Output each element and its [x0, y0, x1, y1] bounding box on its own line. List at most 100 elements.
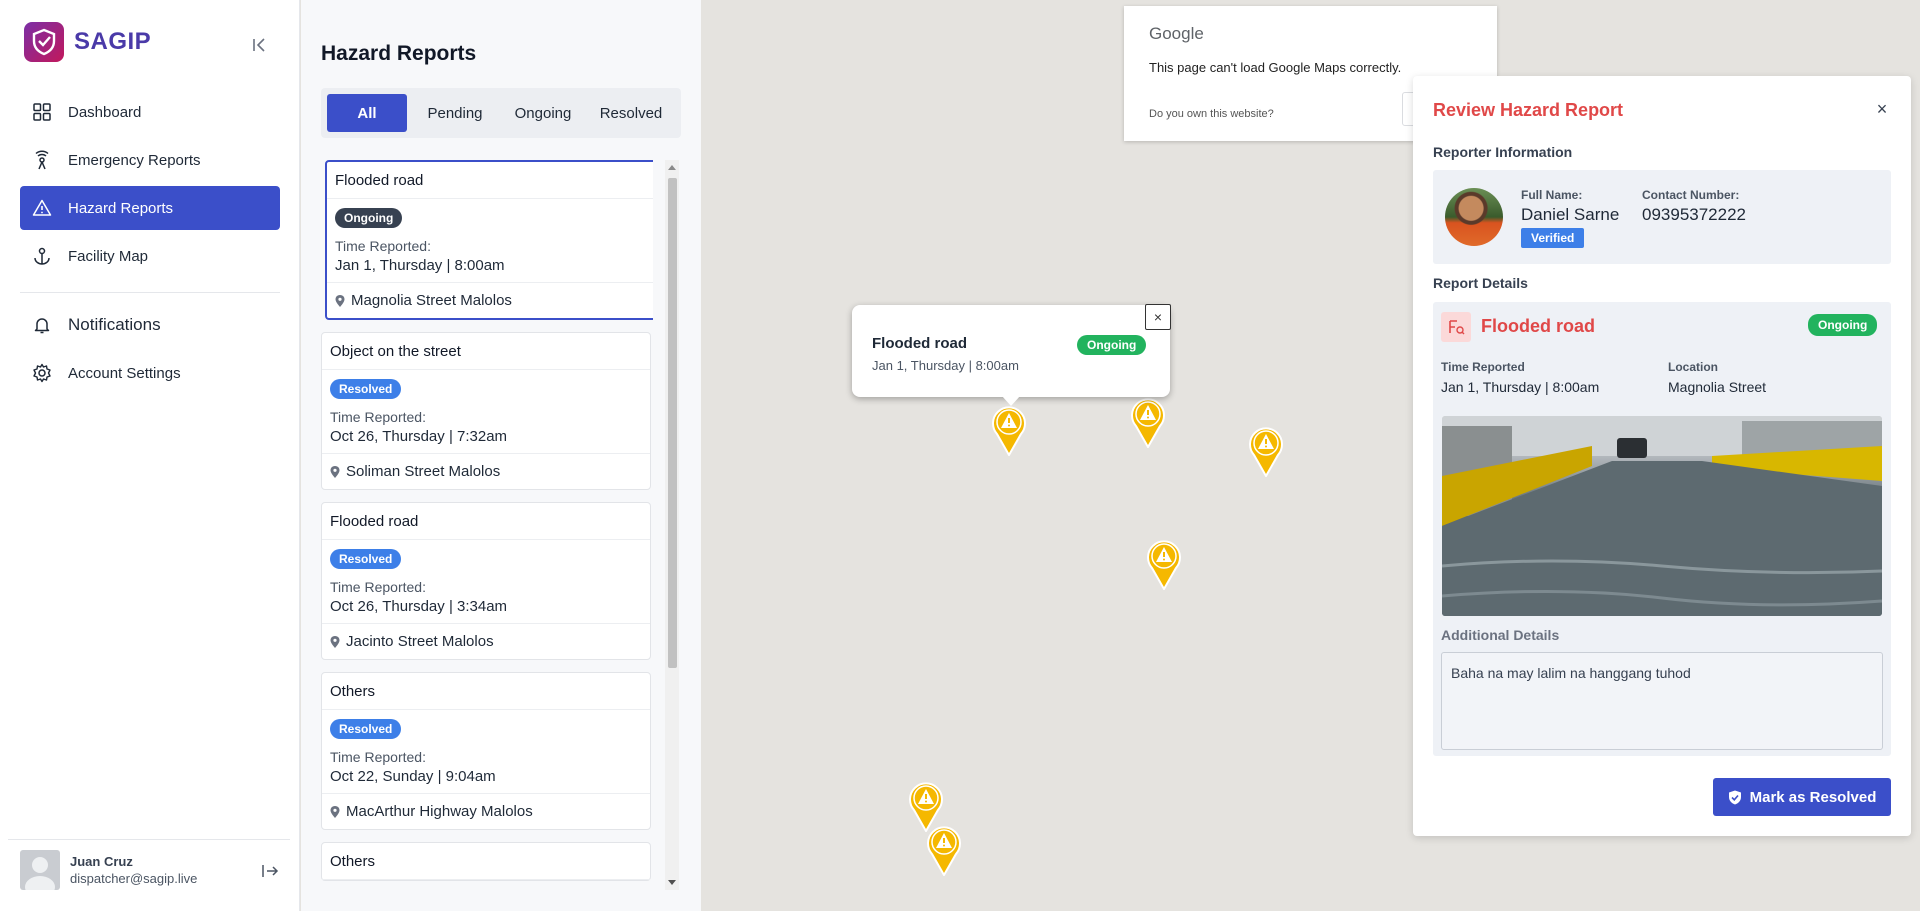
status-badge: Resolved [330, 549, 402, 569]
time-reported-label: Time Reported: [330, 579, 426, 595]
location-pin-icon [335, 294, 345, 307]
reporter-section-heading: Reporter Information [1433, 144, 1573, 160]
report-card[interactable]: Object on the street Resolved Time Repor… [321, 332, 651, 490]
report-card[interactable]: Flooded road Resolved Time Reported: Oct… [321, 502, 651, 660]
full-name-label: Full Name: [1521, 188, 1583, 202]
report-card[interactable]: Others Resolved Time Reported: Oct 22, S… [321, 672, 651, 830]
tab-ongoing[interactable]: Ongoing [499, 94, 587, 132]
collapse-sidebar-icon[interactable] [248, 34, 270, 56]
hazard-marker-icon[interactable] [1130, 396, 1166, 448]
sidebar-item-facility-map[interactable]: Facility Map [20, 234, 280, 278]
time-reported-label: Time Reported: [335, 238, 431, 254]
close-icon[interactable]: × [1145, 304, 1171, 330]
hazard-marker-icon[interactable] [1248, 425, 1284, 477]
location-label: Location [1668, 360, 1718, 374]
gear-icon [33, 363, 51, 383]
shield-logo-icon [24, 22, 64, 62]
shield-check-icon [1728, 790, 1741, 804]
bell-icon [34, 318, 50, 334]
page-title: Hazard Reports [321, 42, 477, 65]
report-location: Soliman Street Malolos [346, 463, 501, 480]
sidebar-item-emergency-reports[interactable]: Emergency Reports [20, 138, 280, 182]
additional-details-field[interactable]: Baha na may lalim na hanggang tuhod [1441, 652, 1883, 750]
time-reported-label: Time Reported: [330, 749, 426, 765]
contact-number-value: 09395372222 [1642, 205, 1747, 224]
report-location: Jacinto Street Malolos [346, 633, 494, 650]
tab-pending[interactable]: Pending [411, 94, 499, 132]
report-title: Others [322, 843, 650, 880]
report-details: Flooded road Ongoing Time Reported Jan 1… [1433, 302, 1891, 756]
user-profile: Juan Cruz dispatcher@sagip.live [8, 839, 290, 890]
scroll-thumb[interactable] [668, 178, 677, 668]
sidebar-item-dashboard[interactable]: Dashboard [20, 90, 280, 134]
tab-all[interactable]: All [327, 94, 407, 132]
info-window-time: Jan 1, Thursday | 8:00am [872, 358, 1019, 373]
location-pin-icon [330, 805, 340, 818]
grid-icon [33, 103, 51, 121]
signal-icon [35, 150, 49, 170]
close-icon[interactable]: × [1873, 100, 1891, 118]
sidebar-item-label: Emergency Reports [68, 151, 201, 169]
location-pin-icon [330, 465, 340, 478]
sidebar-item-account-settings[interactable]: Account Settings [20, 351, 280, 395]
sidebar: SAGIP Dashboard Emergency Reports Hazard… [0, 0, 300, 911]
full-name-value: Daniel Sarne [1521, 205, 1620, 224]
hazard-type: Flooded road [1481, 316, 1595, 336]
report-card[interactable]: Others [321, 842, 651, 881]
hazard-photo[interactable] [1442, 416, 1882, 616]
report-details-heading: Report Details [1433, 275, 1528, 291]
sidebar-item-label: Hazard Reports [68, 199, 174, 217]
report-title: Object on the street [322, 333, 650, 370]
mark-as-resolved-button[interactable]: Mark as Resolved [1713, 778, 1891, 816]
map-info-window: Flooded road Jan 1, Thursday | 8:00am On… [852, 304, 1171, 406]
nav-divider [20, 292, 280, 293]
tab-resolved[interactable]: Resolved [587, 94, 675, 132]
additional-details-label: Additional Details [1441, 627, 1560, 643]
time-reported-value: Jan 1, Thursday | 8:00am [335, 257, 505, 274]
brand-name: SAGIP [74, 28, 152, 55]
info-window-title: Flooded road [872, 335, 967, 352]
reporter-avatar [1445, 188, 1503, 246]
time-reported-value: Jan 1, Thursday | 8:00am [1441, 379, 1600, 395]
report-list: Flooded road Ongoing Time Reported: Jan … [321, 160, 653, 900]
review-hazard-report-panel: Review Hazard Report × Reporter Informat… [1413, 76, 1911, 836]
own-website-link[interactable]: Do you own this website? [1149, 108, 1274, 120]
sidebar-item-label: Facility Map [68, 247, 149, 265]
user-email: dispatcher@sagip.live [70, 871, 198, 886]
list-scrollbar[interactable] [665, 160, 679, 890]
time-reported-value: Oct 26, Thursday | 3:34am [330, 598, 508, 615]
time-reported-value: Oct 22, Sunday | 9:04am [330, 768, 496, 785]
contact-number-label: Contact Number: [1642, 188, 1740, 202]
brand[interactable]: SAGIP [24, 22, 151, 62]
warning-icon [32, 199, 52, 216]
review-title: Review Hazard Report [1433, 100, 1624, 120]
avatar [20, 850, 60, 890]
report-title: Flooded road [322, 503, 650, 540]
location-pin-icon [330, 635, 340, 648]
scroll-down-arrow-icon[interactable] [668, 880, 676, 885]
report-card[interactable]: Flooded road Ongoing Time Reported: Jan … [325, 160, 653, 320]
hazard-marker-icon[interactable] [1146, 538, 1182, 590]
sidebar-item-label: Dashboard [68, 103, 142, 121]
status-filter-tabs: All Pending Ongoing Resolved [321, 88, 681, 138]
status-badge: Ongoing [1077, 335, 1147, 355]
sidebar-item-hazard-reports[interactable]: Hazard Reports [20, 186, 280, 230]
hazard-marker-icon[interactable] [991, 404, 1027, 456]
report-title: Flooded road [327, 162, 653, 199]
flood-icon [1441, 312, 1471, 342]
anchor-icon [34, 247, 50, 265]
maps-error-message: This page can't load Google Maps correct… [1149, 60, 1402, 75]
report-location: Magnolia Street Malolos [351, 292, 512, 309]
sidebar-item-notifications[interactable]: Notifications [20, 303, 280, 347]
sidebar-item-label: Account Settings [68, 364, 181, 382]
mark-as-resolved-label: Mark as Resolved [1749, 788, 1877, 806]
time-reported-label: Time Reported: [330, 409, 426, 425]
scroll-up-arrow-icon[interactable] [668, 165, 676, 170]
main-nav: Dashboard Emergency Reports Hazard Repor… [20, 90, 280, 399]
location-value: Magnolia Street [1668, 379, 1767, 395]
user-name: Juan Cruz [70, 854, 133, 869]
hazard-list-panel: Hazard Reports All Pending Ongoing Resol… [301, 0, 701, 911]
status-badge: Resolved [330, 379, 402, 399]
logout-icon[interactable] [260, 861, 280, 881]
hazard-marker-icon[interactable] [926, 824, 962, 876]
